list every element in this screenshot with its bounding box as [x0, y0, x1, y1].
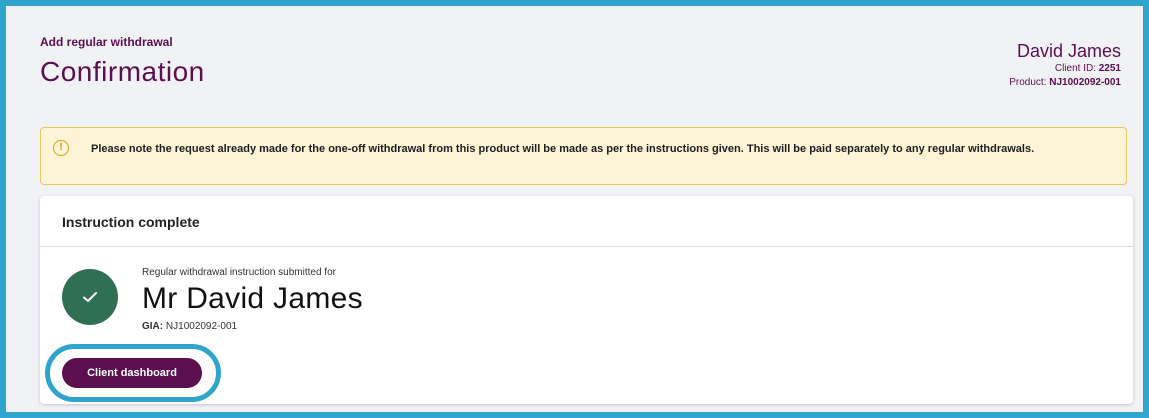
client-id-label: Client ID:	[1054, 63, 1096, 74]
notice-text: Please note the request already made for…	[91, 143, 1035, 155]
product-reference: GIA: NJ1002092-001	[142, 321, 237, 332]
page-title: Confirmation	[40, 56, 205, 87]
client-id-value: 2251	[1098, 63, 1121, 74]
check-icon	[83, 292, 97, 302]
client-name: David James	[1016, 41, 1121, 61]
client-id-line: Client ID: 2251	[1009, 62, 1121, 76]
product-value: NJ1002092-001	[1049, 77, 1121, 88]
product-label: Product:	[1009, 77, 1047, 88]
instruction-card: Instruction complete Regular withdrawal …	[40, 196, 1133, 404]
screenshot-frame: Add regular withdrawal Confirmation Davi…	[0, 0, 1149, 418]
product-ref: NJ1002092-001	[165, 321, 238, 332]
notice-banner: ! Please note the request already made f…	[40, 127, 1127, 185]
card-title: Instruction complete	[40, 196, 1133, 247]
info-icon: !	[53, 140, 69, 156]
client-fullname: Mr David James	[142, 282, 363, 315]
submitted-label: Regular withdrawal instruction submitted…	[142, 267, 336, 278]
product-type-colon: :	[159, 321, 164, 332]
success-badge	[62, 269, 118, 325]
breadcrumb: Add regular withdrawal	[40, 35, 173, 49]
product-type: GIA	[142, 321, 160, 332]
client-info: David James Client ID: 2251 Product: NJ1…	[1009, 40, 1121, 90]
product-line: Product: NJ1002092-001	[1009, 76, 1121, 90]
client-dashboard-button[interactable]: Client dashboard	[62, 358, 202, 388]
